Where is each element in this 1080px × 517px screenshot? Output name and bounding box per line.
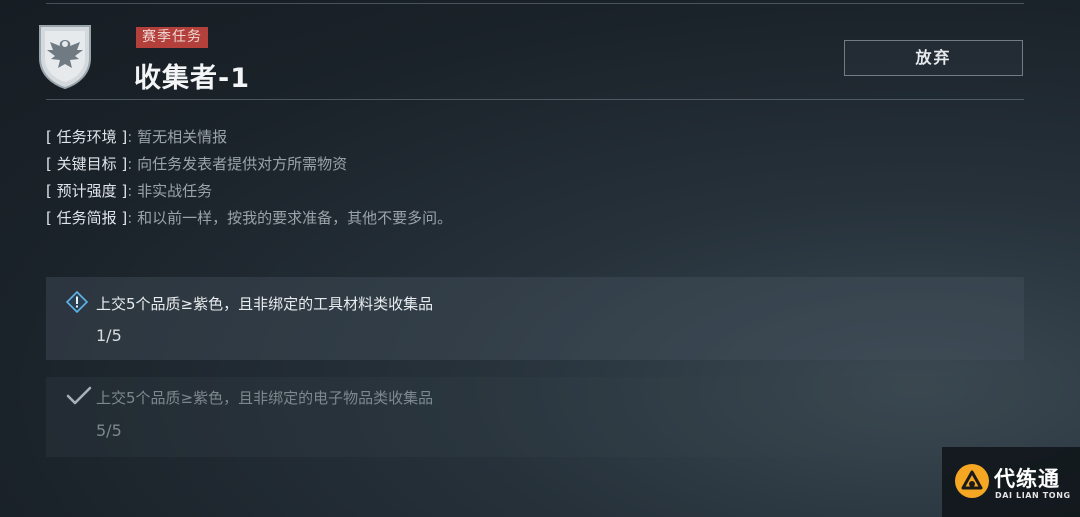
watermark-name: 代练通 <box>994 467 1060 491</box>
mission-info-list: [ 任务环境 ]: 暂无相关情报 [ 关键目标 ]: 向任务发表者提供对方所需物… <box>46 126 452 234</box>
info-row-briefing: [ 任务简报 ]: 和以前一样，按我的要求准备，其他不要多问。 <box>46 207 452 234</box>
objective-description: 上交5个品质≥紫色，且非绑定的电子物品类收集品 <box>96 389 434 407</box>
info-row-key-objective: [ 关键目标 ]: 向任务发表者提供对方所需物资 <box>46 153 452 180</box>
mission-title: 收集者-1 <box>134 63 250 94</box>
watermark-subtitle: DAI LIAN TONG <box>995 491 1071 500</box>
checkmark-icon <box>66 385 92 407</box>
info-value: 向任务发表者提供对方所需物资 <box>137 155 348 173</box>
objective-item-electronics[interactable]: 上交5个品质≥紫色，且非绑定的电子物品类收集品 5/5 <box>46 377 1024 457</box>
info-separator: : <box>127 182 133 200</box>
top-divider <box>46 0 1024 4</box>
objective-item-tool-materials[interactable]: 上交5个品质≥紫色，且非绑定的工具材料类收集品 1/5 <box>46 277 1024 360</box>
eagle-emblem-icon <box>36 22 94 90</box>
info-label: [ 任务简报 ] <box>46 209 128 227</box>
info-value: 非实战任务 <box>137 182 213 200</box>
watermark-logo-icon <box>954 463 990 499</box>
objective-description: 上交5个品质≥紫色，且非绑定的工具材料类收集品 <box>96 295 434 313</box>
info-separator: : <box>127 128 133 146</box>
header-divider <box>46 99 1024 100</box>
alert-diamond-icon <box>65 290 89 314</box>
watermark-badge: 代练通 DAI LIAN TONG <box>942 447 1080 517</box>
season-task-badge: 赛季任务 <box>136 27 208 48</box>
objective-progress: 1/5 <box>96 326 122 345</box>
info-value: 和以前一样，按我的要求准备，其他不要多问。 <box>137 209 453 227</box>
info-separator: : <box>127 155 133 173</box>
info-value: 暂无相关情报 <box>137 128 228 146</box>
objective-progress: 5/5 <box>96 421 122 440</box>
info-separator: : <box>127 209 133 227</box>
info-row-environment: [ 任务环境 ]: 暂无相关情报 <box>46 126 452 153</box>
info-label: [ 预计强度 ] <box>46 182 128 200</box>
abandon-button[interactable]: 放弃 <box>844 40 1023 76</box>
info-row-intensity: [ 预计强度 ]: 非实战任务 <box>46 180 452 207</box>
info-label: [ 关键目标 ] <box>46 155 128 173</box>
info-label: [ 任务环境 ] <box>46 128 128 146</box>
